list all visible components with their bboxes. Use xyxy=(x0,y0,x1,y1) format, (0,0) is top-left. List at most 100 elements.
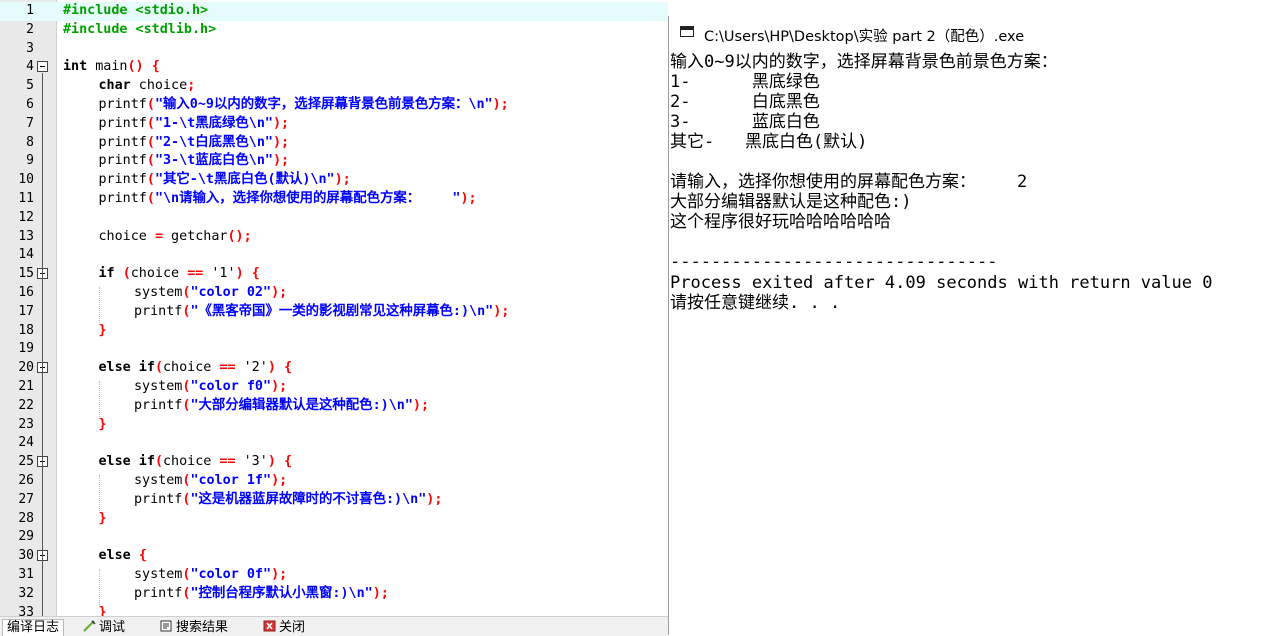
code-token: "大部分编辑器默认是这种配色:)\n" xyxy=(190,397,413,413)
code-line[interactable]: 24 xyxy=(0,434,668,453)
code-token: ) xyxy=(235,266,244,282)
line-number: 5 xyxy=(26,78,34,94)
code-token: ); xyxy=(412,397,430,413)
code-token: #include <stdio.h> xyxy=(63,3,209,18)
code-line[interactable]: 23} xyxy=(0,416,668,435)
code-token: else xyxy=(98,548,131,564)
code-token: { xyxy=(151,59,160,75)
fold-range-line xyxy=(42,280,43,331)
code-token: '1' xyxy=(203,266,236,282)
bottom-tab-compile-log[interactable]: 编译日志 xyxy=(2,619,65,636)
code-line[interactable]: 13 choice = getchar(); xyxy=(0,228,668,247)
code-line[interactable]: 32 printf("控制台程序默认小黑窗:)\n"); xyxy=(0,585,668,604)
bottom-tab-search-results[interactable]: 搜索结果 xyxy=(156,620,232,636)
code-token: "《黑客帝国》一类的影视剧常见这种屏幕色:)\n" xyxy=(190,303,494,319)
code-line[interactable]: 14 xyxy=(0,246,668,265)
code-line[interactable]: 30 else { xyxy=(0,547,668,566)
code-text: printf("《黑客帝国》一类的影视剧常见这种屏幕色:)\n"); xyxy=(134,303,509,322)
code-line[interactable]: 10 printf("其它-\t黑底白色(默认)\n"); xyxy=(0,171,668,190)
code-line[interactable]: 26 system("color 1f"); xyxy=(0,472,668,491)
code-line[interactable]: 12 xyxy=(0,209,668,228)
bottom-panel-tabs: 编译日志 调试 搜索结果 关闭 xyxy=(0,616,668,636)
line-number: 30 xyxy=(18,548,34,564)
line-number: 2 xyxy=(26,21,34,37)
code-line[interactable]: 2 #include <stdlib.h> xyxy=(0,21,668,40)
tab-label: 搜索结果 xyxy=(176,620,229,635)
code-line[interactable]: 33} xyxy=(0,604,668,616)
code-token: ) xyxy=(267,454,276,470)
line-number: 19 xyxy=(18,341,34,357)
code-token: printf xyxy=(98,115,147,131)
fold-toggle-icon[interactable] xyxy=(37,61,48,73)
code-text: printf("控制台程序默认小黑窗:)\n"); xyxy=(134,585,389,604)
console-app-icon xyxy=(680,26,694,37)
code-text: if (choice == '1') { xyxy=(99,265,260,284)
code-text: printf("其它-\t黑底白色(默认)\n"); xyxy=(99,171,351,190)
code-token: choice xyxy=(98,228,155,244)
code-text: else if(choice == '2') { xyxy=(99,359,293,378)
code-token: printf xyxy=(98,191,147,206)
code-line[interactable]: 4 int main() { xyxy=(0,58,668,77)
code-line[interactable]: 8 printf("2-\t白底黑色\n"); xyxy=(0,134,668,153)
code-line[interactable]: 5 char choice; xyxy=(0,77,668,96)
line-number: 4 xyxy=(26,59,34,75)
code-line[interactable]: 27 printf("这是机器蓝屏故障时的不讨喜色:)\n"); xyxy=(0,491,668,510)
code-token: } xyxy=(98,322,107,338)
bottom-tab-debug[interactable]: 调试 xyxy=(79,620,129,636)
console-output: 输入0~9以内的数字，选择屏幕背景色前景色方案： 1- 黑底绿色 2- 白底黑色 3-… xyxy=(670,52,1268,313)
code-line[interactable]: 21 system("color f0"); xyxy=(0,378,668,397)
code-line[interactable]: 20 else if(choice == '2') { xyxy=(0,359,668,378)
code-editor[interactable]: 1 #include <stdio.h> 2 #include <stdlib.h> 3… xyxy=(0,0,668,616)
close-icon xyxy=(263,620,279,635)
line-number: 33 xyxy=(18,604,34,616)
code-token: system xyxy=(134,285,183,300)
line-number: 32 xyxy=(18,585,34,601)
search-results-icon xyxy=(160,620,176,635)
code-line[interactable]: 7 printf("1-\t黑底绿色\n"); xyxy=(0,115,668,134)
code-token: ( xyxy=(146,172,155,188)
indent-guide xyxy=(99,569,100,607)
code-text: printf("输入0~9以内的数字，选择屏幕背景色前景色方案：\n"); xyxy=(99,96,509,115)
console-window[interactable]: C:\Users\HP\Desktop\实验 part 2（配色）.exe 输入… xyxy=(668,16,1268,635)
code-line[interactable]: 25 else if(choice == '3') { xyxy=(0,453,668,472)
tab-label: 调试 xyxy=(99,620,126,635)
console-line: -------------------------------- xyxy=(670,252,998,273)
code-token: () xyxy=(127,59,144,75)
code-line[interactable]: 15 if (choice == '1') { xyxy=(0,265,668,284)
code-token: #include <stdlib.h> xyxy=(63,21,217,37)
code-token: "2-\t白底黑色\n" xyxy=(154,134,273,150)
code-token: { xyxy=(283,360,292,376)
code-text: printf("1-\t黑底绿色\n"); xyxy=(99,115,290,134)
code-line[interactable]: 6 printf("输入0~9以内的数字，选择屏幕背景色前景色方案：\n"); xyxy=(0,96,668,115)
code-line[interactable]: 17 printf("《黑客帝国》一类的影视剧常见这种屏幕色:)\n"); xyxy=(0,303,668,322)
tab-label: 关闭 xyxy=(279,620,306,635)
console-line: 请按任意键继续. . . xyxy=(670,292,841,313)
code-token: printf xyxy=(98,172,147,188)
code-line[interactable]: 9 printf("3-\t蓝底白色\n"); xyxy=(0,152,668,171)
console-line: 这个程序很好玩哈哈哈哈哈哈 xyxy=(670,212,891,233)
code-line[interactable]: 3 xyxy=(0,40,668,59)
code-line[interactable]: 1 #include <stdio.h> xyxy=(0,2,668,21)
line-number: 7 xyxy=(26,115,34,131)
code-token: ); xyxy=(334,172,351,188)
line-number: 10 xyxy=(18,172,34,188)
code-token: "输入0~9以内的数字，选择屏幕背景色前景色方案：\n" xyxy=(154,97,493,112)
code-line[interactable]: 19 xyxy=(0,340,668,359)
code-line[interactable]: 31 system("color 0f"); xyxy=(0,566,668,585)
code-token: "控制台程序默认小黑窗:)\n" xyxy=(190,585,373,601)
code-line[interactable]: 22 printf("大部分编辑器默认是这种配色:)\n"); xyxy=(0,397,668,416)
code-token: == xyxy=(219,360,236,376)
code-token: else if xyxy=(98,454,155,470)
bottom-tab-close[interactable]: 关闭 xyxy=(259,620,309,636)
code-token: ( xyxy=(146,134,155,150)
code-token: "其它-\t黑底白色(默认)\n" xyxy=(154,172,335,188)
code-line[interactable]: 18} xyxy=(0,322,668,341)
code-token: ( xyxy=(154,454,163,470)
code-line[interactable]: 11 printf("\n请输入，选择你想使用的屏幕配色方案： "); xyxy=(0,190,668,209)
console-title-bar[interactable]: C:\Users\HP\Desktop\实验 part 2（配色）.exe xyxy=(669,16,1268,51)
code-line[interactable]: 16 system("color 02"); xyxy=(0,284,668,303)
code-line[interactable]: 29 xyxy=(0,528,668,547)
console-line: 其它- 黑底白色(默认) xyxy=(670,132,868,153)
code-line[interactable]: 28} xyxy=(0,510,668,529)
